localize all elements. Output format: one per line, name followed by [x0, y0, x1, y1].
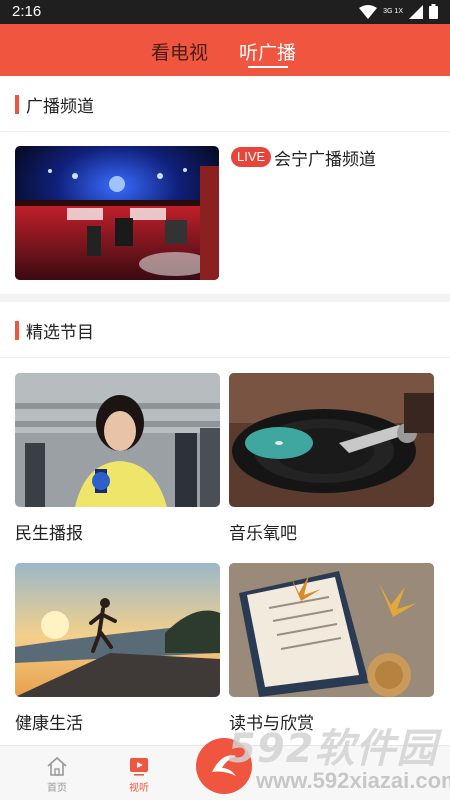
program-thumbnail[interactable]: [229, 373, 434, 507]
live-badge: LIVE: [231, 147, 272, 167]
program-title: 音乐氧吧: [229, 524, 297, 544]
battery-icon: [429, 4, 438, 19]
play-icon: [130, 758, 148, 776]
nav-home[interactable]: 首页: [37, 756, 77, 794]
program-thumbnail[interactable]: [229, 563, 434, 697]
program-card[interactable]: 健康生活: [15, 563, 220, 734]
watermark-site: www.592xiazai.com: [256, 768, 450, 793]
channel-name[interactable]: 会宁广播频道: [274, 145, 376, 170]
channel-thumbnail[interactable]: [15, 146, 219, 280]
nav-home-label: 首页: [47, 783, 67, 794]
radio-section-header: 广播频道: [0, 76, 450, 132]
status-time: 2:16: [12, 3, 42, 20]
program-title: 民生播报: [15, 524, 83, 544]
radio-channel-item[interactable]: LIVE 会宁广播频道: [0, 133, 450, 294]
home-icon: [47, 756, 67, 776]
program-card[interactable]: 读书与欣赏: [229, 563, 434, 734]
section-divider: [0, 294, 450, 302]
programs-section-header: 精选节目: [0, 302, 450, 358]
top-tab-bar: 看电视 听广播: [0, 24, 450, 76]
section-marker: [15, 95, 19, 114]
tab-watch-tv[interactable]: 看电视: [151, 38, 208, 65]
program-card[interactable]: 民生播报: [15, 373, 220, 544]
nav-video-label: 视听: [129, 783, 149, 794]
tab-listen-radio[interactable]: 听广播: [239, 38, 296, 65]
nav-video-audio[interactable]: 视听: [119, 756, 159, 794]
program-title: 健康生活: [15, 714, 83, 734]
watermark-logo-text: 592软件园: [228, 726, 438, 772]
wifi-icon: [359, 4, 378, 19]
program-card[interactable]: 音乐氧吧: [229, 373, 434, 544]
network-type: 3G 1X: [383, 7, 403, 15]
programs-section-title: 精选节目: [26, 323, 94, 343]
program-thumbnail[interactable]: [15, 563, 220, 697]
status-bar: 2:16 3G 1X: [0, 0, 450, 24]
section-marker: [15, 321, 19, 340]
active-tab-indicator: [248, 66, 288, 68]
radio-section-title: 广播频道: [26, 97, 94, 117]
signal-icon: [409, 4, 423, 19]
program-thumbnail[interactable]: [15, 373, 220, 507]
watermark: 592软件园 www.592xiazai.com: [222, 712, 450, 800]
